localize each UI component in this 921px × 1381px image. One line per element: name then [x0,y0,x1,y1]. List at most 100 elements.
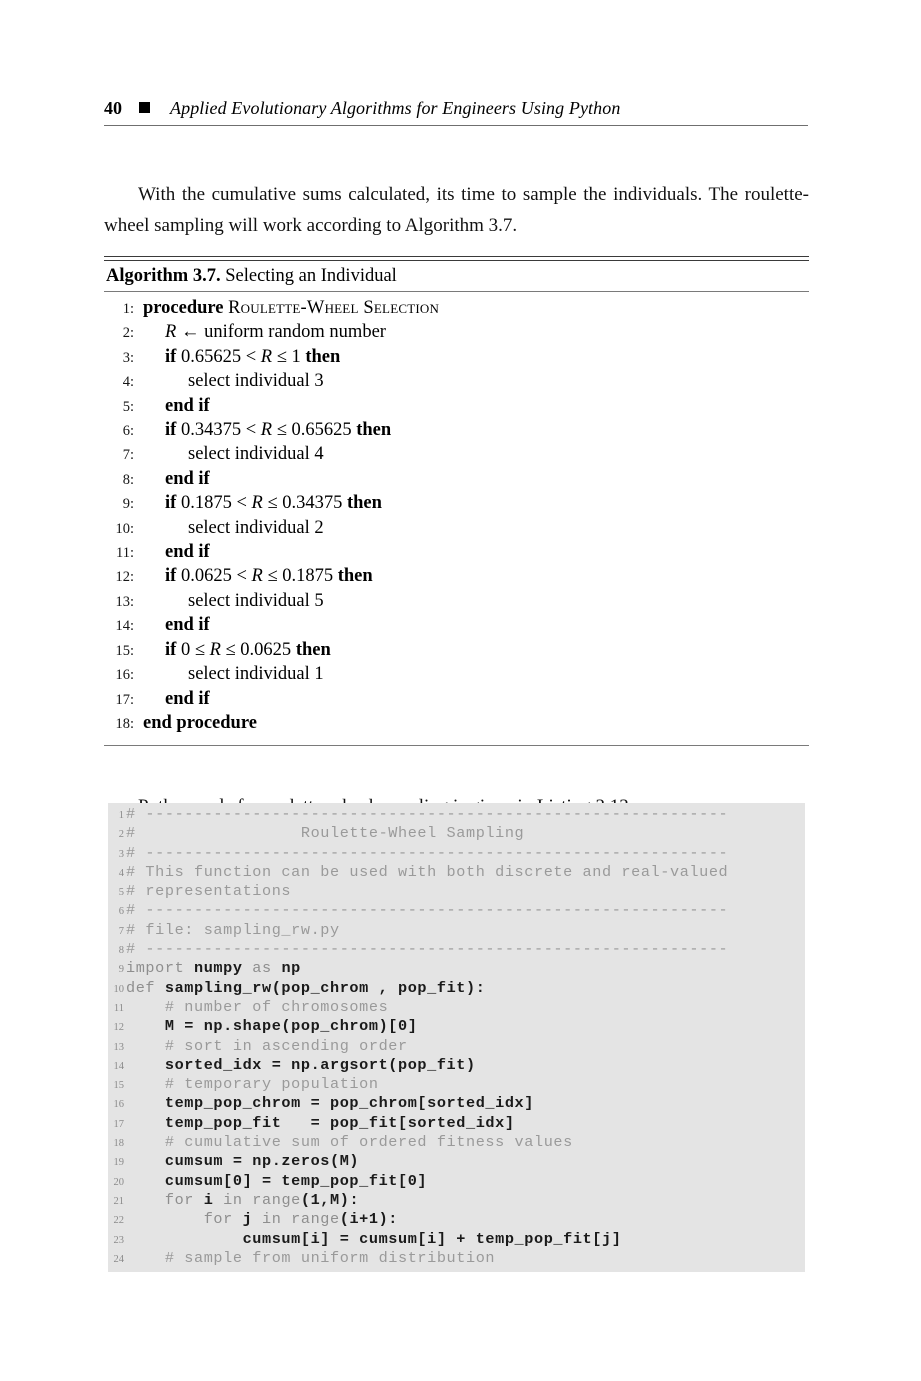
algorithm-token: if [165,566,181,587]
algorithm-line: 6: if 0.34375 < R ≤ 0.65625 then [104,419,809,443]
code-line-number: 12 [113,1022,125,1034]
algorithm-line-number: 1: [122,301,134,317]
code-line-source: import numpy as np [126,959,301,977]
algorithm-lines: 1: procedure Roulette-Wheel Selection 2: R … [104,292,809,742]
code-line-source: temp_pop_chrom = pop_chrom[sorted_idx] [126,1094,534,1112]
algorithm-line-number: 14: [115,618,134,635]
algorithm-token: R [260,420,273,441]
code-line-source: def sampling_rw(pop_chrom , pop_fit): [126,979,485,997]
algorithm-token: select individual 4 [188,444,324,465]
code-line-source: # sort in ascending order [126,1037,408,1055]
code-token: import [126,959,194,978]
algorithm-line-number: 11: [116,545,134,562]
code-token: numpy [194,959,243,978]
algorithm-line-number: 8: [122,471,134,488]
intro-paragraph-text: With the cumulative sums calculated, its… [104,184,809,236]
code-line-number: 10 [113,983,125,995]
algorithm-token: R [165,322,177,343]
algorithm-token: then [295,639,331,660]
algorithm-line-text: if 0.34375 < R ≤ 0.65625 then [143,419,391,442]
algorithm-line: 9: if 0.1875 < R ≤ 0.34375 then [104,492,809,516]
code-line: 9 import numpy as np [108,959,805,978]
algorithm-token: R [209,639,221,660]
code-line-number: 9 [118,964,124,976]
algorithm-token: ≤ 0.65625 [272,420,357,441]
code-token: np [281,959,301,978]
algorithm-line-text: select individual 5 [143,590,324,613]
code-listing: 1 # -------------------------------------… [108,803,805,1273]
code-line-number: 16 [113,1099,125,1111]
algorithm-line-number: 17: [115,691,134,708]
code-line-number: 23 [113,1234,125,1246]
code-line-number: 11 [113,1002,124,1014]
code-line-number: 13 [113,1041,125,1053]
code-line-number: 14 [113,1060,125,1072]
code-line: 22 for j in range(i+1): [108,1210,805,1229]
code-line: 8 # -------------------------------------… [108,940,805,959]
algorithm-token: end if [165,395,210,416]
code-token: (i+1): [339,1210,399,1229]
code-token: # number of chromosomes [126,997,389,1016]
algorithm-line-number: 16: [115,667,134,684]
algorithm-token: R [251,566,263,587]
code-token: j [242,1210,253,1229]
code-line-source: # sample from uniform distribution [126,1249,495,1267]
code-token: M = np.shape(pop_chrom)[0] [126,1017,418,1036]
algorithm-line-number: 10: [115,520,134,537]
algorithm-token: select individual 1 [188,664,324,685]
code-line: 1 # -------------------------------------… [108,805,805,824]
algorithm-line-text: select individual 3 [143,370,324,393]
code-line-source: M = np.shape(pop_chrom)[0] [126,1017,417,1035]
algorithm-line-text: end if [143,688,210,711]
algorithm-line-number: 15: [115,642,134,659]
code-line: 16 temp_pop_chrom = pop_chrom[sorted_idx… [108,1094,805,1113]
algorithm-token: select individual 3 [188,371,324,392]
algorithm-token: end if [165,688,210,709]
code-token: # This function can be used with both di… [126,862,729,881]
algorithm-line-text: select individual 1 [143,663,324,686]
code-line-source: cumsum[0] = temp_pop_fit[0] [126,1172,427,1190]
algorithm-token: then [337,566,373,587]
code-token: temp_pop_chrom = pop_chrom[sorted_idx] [126,1094,534,1113]
code-token: i [203,1190,214,1209]
code-line: 18 # cumulative sum of ordered fitness v… [108,1133,805,1152]
algorithm-token: then [346,493,382,514]
code-line-source: # --------------------------------------… [126,940,728,958]
code-line: 14 sorted_idx = np.argsort(pop_fit) [108,1056,805,1075]
algorithm-token: procedure [143,298,229,318]
code-line-number: 20 [113,1176,125,1188]
algorithm-token: 0 ≤ [180,639,210,660]
code-line-number: 1 [118,810,124,821]
algorithm-line: 3: if 0.65625 < R ≤ 1 then [104,346,809,370]
code-token: as [242,959,282,978]
book-title: Applied Evolutionary Algorithms for Engi… [170,98,621,118]
code-line: 2 # Roulette-Wheel Sampling [108,824,805,843]
code-token: # file: sampling_rw.py [126,920,340,939]
algorithm-token: ≤ 0.0625 [220,639,296,660]
algorithm-line-number: 3: [122,349,134,366]
algorithm-line-text: R ← uniform random number [143,321,386,344]
algorithm-token: ← uniform random number [176,322,386,343]
algorithm-line-number: 12: [115,569,134,586]
algorithm-line-number: 2: [122,325,134,342]
algorithm-token: ≤ 0.34375 [262,493,347,514]
code-line-source: # file: sampling_rw.py [126,921,340,939]
intro-paragraph: With the cumulative sums calculated, its… [104,179,809,241]
algorithm-line: 5: end if [104,395,809,419]
code-line: 20 cumsum[0] = temp_pop_fit[0] [108,1172,805,1191]
code-line-number: 2 [118,829,124,841]
algorithm-line: 11: end if [104,541,809,565]
code-line-number: 17 [113,1118,125,1130]
square-bullet-icon [139,102,150,113]
algorithm-line-number: 7: [122,447,134,464]
code-line-number: 8 [118,945,124,957]
code-line: 5 # representations [108,882,805,901]
code-line-number: 4 [118,867,124,879]
code-token: # --------------------------------------… [126,843,729,862]
algorithm-token: R [260,346,273,367]
algorithm-line-number: 4: [122,374,134,391]
running-head-rule [104,125,808,126]
code-line: 11 # number of chromosomes [108,998,805,1017]
code-line-number: 19 [113,1157,125,1169]
